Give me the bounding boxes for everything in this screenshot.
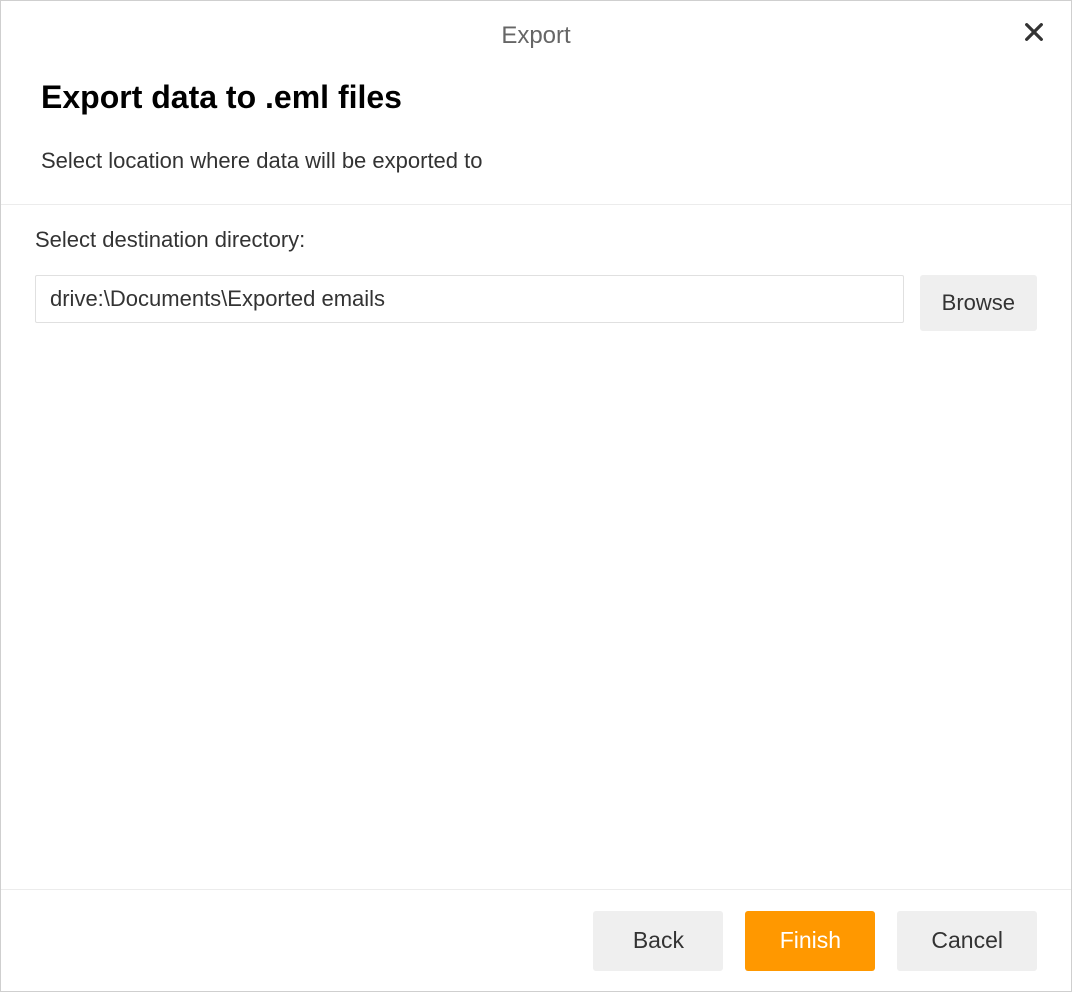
path-row: Browse <box>35 275 1037 331</box>
finish-button[interactable]: Finish <box>745 911 875 971</box>
dialog-title: Export <box>501 22 570 50</box>
header-section: Export data to .eml files Select locatio… <box>1 71 1071 205</box>
back-button[interactable]: Back <box>593 911 723 971</box>
cancel-button[interactable]: Cancel <box>897 911 1037 971</box>
page-subtitle: Select location where data will be expor… <box>41 148 1031 174</box>
content-section: Select destination directory: Browse <box>1 205 1071 889</box>
title-bar: Export <box>1 1 1071 71</box>
page-heading: Export data to .eml files <box>41 79 1031 116</box>
export-dialog: Export Export data to .eml files Select … <box>0 0 1072 992</box>
destination-path-input[interactable] <box>35 275 904 323</box>
dialog-footer: Back Finish Cancel <box>1 889 1071 991</box>
browse-button[interactable]: Browse <box>920 275 1037 331</box>
close-icon[interactable] <box>1023 21 1047 45</box>
destination-label: Select destination directory: <box>35 227 1037 253</box>
